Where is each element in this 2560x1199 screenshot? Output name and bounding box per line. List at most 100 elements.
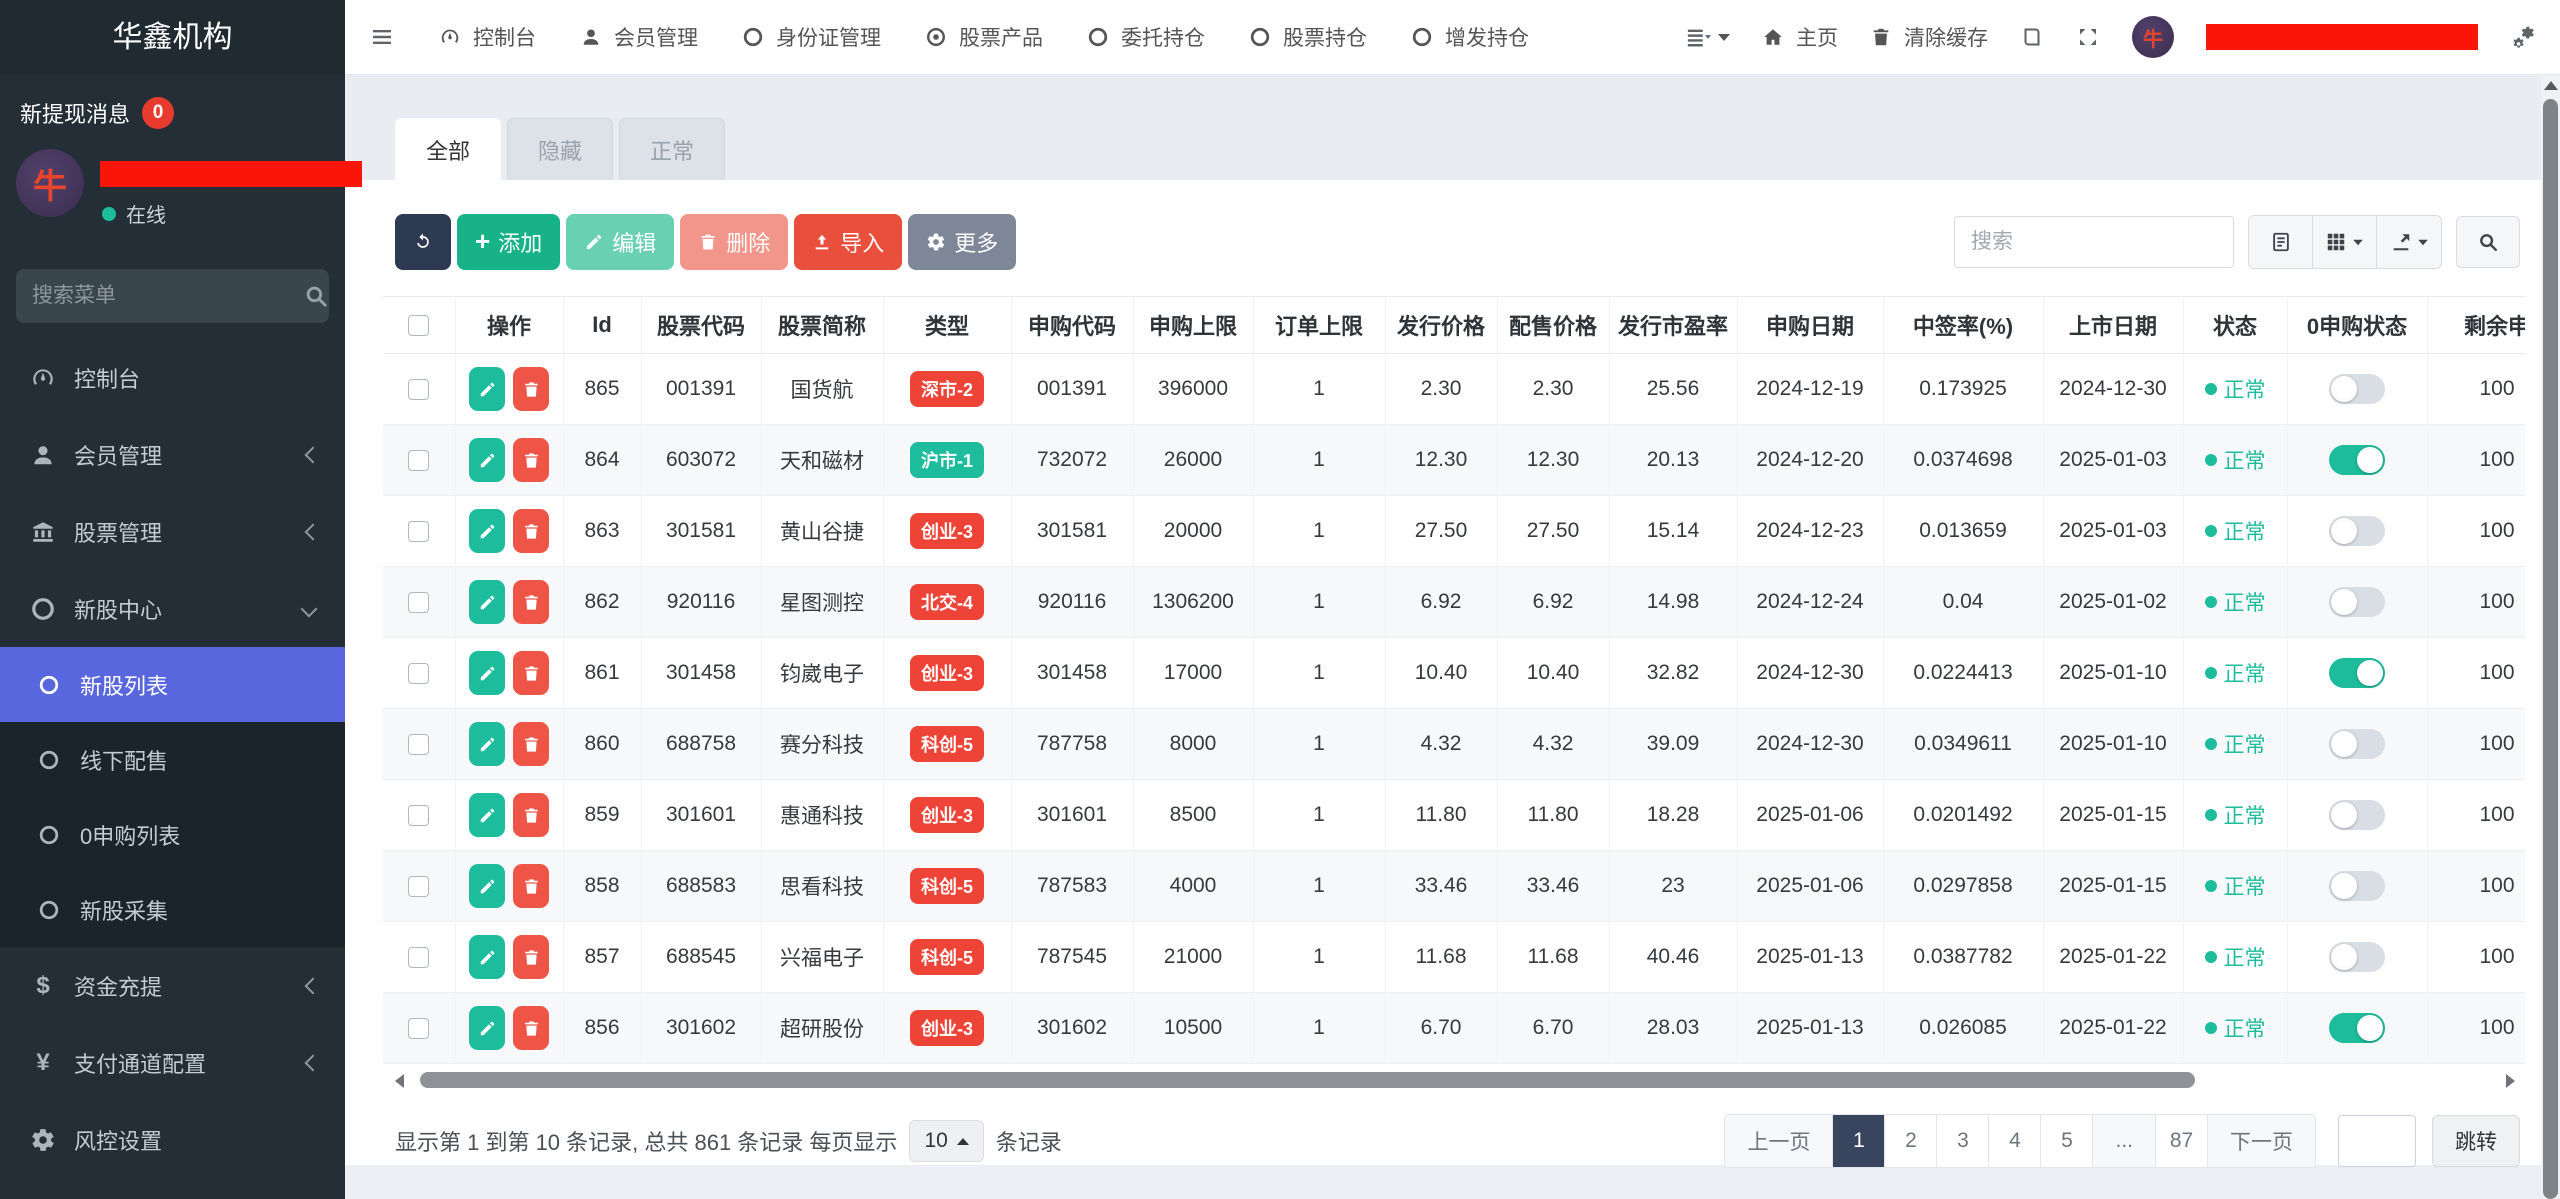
row-edit-button[interactable]: [469, 438, 505, 482]
pagination-toggle-button[interactable]: [2249, 216, 2313, 268]
row-delete-button[interactable]: [513, 651, 549, 695]
status-badge[interactable]: 正常: [2205, 587, 2266, 617]
more-button[interactable]: 更多: [908, 214, 1016, 270]
sidebar-item-0申购列表[interactable]: 0申购列表: [0, 797, 345, 872]
page-item-上一页[interactable]: 上一页: [1725, 1115, 1833, 1167]
column-header[interactable]: 申购上限: [1133, 297, 1253, 354]
search-icon[interactable]: [303, 283, 329, 309]
row-edit-button[interactable]: [469, 580, 505, 624]
row-edit-button[interactable]: [469, 935, 505, 979]
zero-subscribe-toggle[interactable]: [2329, 942, 2385, 972]
refresh-button[interactable]: [395, 214, 451, 270]
column-header[interactable]: 剩余申: [2427, 297, 2525, 354]
top-menu-item-控制台[interactable]: 控制台: [439, 22, 536, 52]
row-checkbox[interactable]: [408, 734, 429, 755]
sidebar-item-控制台[interactable]: 控制台: [0, 339, 345, 416]
zero-subscribe-toggle[interactable]: [2329, 516, 2385, 546]
column-header[interactable]: 操作: [455, 297, 563, 354]
columns-dropdown-button[interactable]: [2313, 216, 2377, 268]
zero-subscribe-toggle[interactable]: [2329, 658, 2385, 688]
row-checkbox[interactable]: [408, 663, 429, 684]
page-item-2[interactable]: 2: [1885, 1115, 1937, 1167]
sidebar-search-input[interactable]: [32, 284, 303, 308]
sidebar-item-新股列表[interactable]: 新股列表: [0, 647, 345, 722]
export-dropdown-button[interactable]: [2377, 216, 2441, 268]
import-button[interactable]: 导入: [794, 214, 902, 270]
column-header[interactable]: Id: [563, 297, 641, 354]
column-header[interactable]: 订单上限: [1253, 297, 1385, 354]
row-delete-button[interactable]: [513, 722, 549, 766]
select-all-checkbox[interactable]: [408, 315, 429, 336]
zero-subscribe-toggle[interactable]: [2329, 445, 2385, 475]
row-checkbox[interactable]: [408, 876, 429, 897]
zero-subscribe-toggle[interactable]: [2329, 800, 2385, 830]
page-item-87[interactable]: 87: [2156, 1115, 2208, 1167]
tab-正常[interactable]: 正常: [619, 118, 725, 180]
page-item-3[interactable]: 3: [1937, 1115, 1989, 1167]
avatar[interactable]: 牛: [2132, 16, 2174, 58]
sidebar-item-会员管理[interactable]: 会员管理: [0, 416, 345, 493]
status-badge[interactable]: 正常: [2205, 658, 2266, 688]
tab-全部[interactable]: 全部: [395, 118, 501, 180]
row-checkbox[interactable]: [408, 379, 429, 400]
row-edit-button[interactable]: [469, 722, 505, 766]
column-header[interactable]: 申购代码: [1011, 297, 1133, 354]
zero-subscribe-toggle[interactable]: [2329, 587, 2385, 617]
page-item-...[interactable]: ...: [2093, 1115, 2156, 1167]
zero-subscribe-toggle[interactable]: [2329, 1013, 2385, 1043]
fullscreen-icon[interactable]: [2076, 25, 2100, 49]
hamburger-icon[interactable]: [369, 25, 395, 49]
page-item-5[interactable]: 5: [2041, 1115, 2093, 1167]
scroll-left-arrow-icon[interactable]: [395, 1074, 404, 1088]
row-checkbox[interactable]: [408, 592, 429, 613]
column-header[interactable]: 股票简称: [761, 297, 883, 354]
row-edit-button[interactable]: [469, 864, 505, 908]
status-badge[interactable]: 正常: [2205, 800, 2266, 830]
top-menu-item-身份证管理[interactable]: 身份证管理: [742, 22, 881, 52]
jump-button[interactable]: 跳转: [2432, 1115, 2520, 1167]
column-header[interactable]: 配售价格: [1497, 297, 1609, 354]
avatar[interactable]: 牛: [16, 149, 84, 217]
top-menu-item-委托持仓[interactable]: 委托持仓: [1087, 22, 1205, 52]
status-badge[interactable]: 正常: [2205, 1013, 2266, 1043]
withdraw-notice[interactable]: 新提现消息 0: [0, 75, 345, 129]
zero-subscribe-toggle[interactable]: [2329, 871, 2385, 901]
top-menu-item-增发持仓[interactable]: 增发持仓: [1411, 22, 1529, 52]
home-link[interactable]: 主页: [1762, 22, 1838, 52]
page-item-下一页[interactable]: 下一页: [2208, 1115, 2315, 1167]
column-header[interactable]: 中签率(%): [1883, 297, 2043, 354]
sidebar-item-新股中心[interactable]: 新股中心: [0, 570, 345, 647]
row-edit-button[interactable]: [469, 367, 505, 411]
row-edit-button[interactable]: [469, 1006, 505, 1050]
row-edit-button[interactable]: [469, 651, 505, 695]
row-edit-button[interactable]: [469, 793, 505, 837]
row-checkbox[interactable]: [408, 805, 429, 826]
status-badge[interactable]: 正常: [2205, 374, 2266, 404]
row-delete-button[interactable]: [513, 509, 549, 553]
row-delete-button[interactable]: [513, 935, 549, 979]
tab-隐藏[interactable]: 隐藏: [507, 118, 613, 180]
add-button[interactable]: +添加: [457, 214, 560, 270]
status-badge[interactable]: 正常: [2205, 516, 2266, 546]
row-delete-button[interactable]: [513, 864, 549, 908]
edit-button[interactable]: 编辑: [566, 214, 674, 270]
sidebar-item-新股采集[interactable]: 新股采集: [0, 872, 345, 947]
row-delete-button[interactable]: [513, 580, 549, 624]
status-badge[interactable]: 正常: [2205, 942, 2266, 972]
page-item-1[interactable]: 1: [1833, 1115, 1885, 1167]
top-menu-item-股票持仓[interactable]: 股票持仓: [1249, 22, 1367, 52]
column-header[interactable]: 上市日期: [2043, 297, 2183, 354]
row-checkbox[interactable]: [408, 1018, 429, 1039]
row-delete-button[interactable]: [513, 1006, 549, 1050]
gears-settings-icon[interactable]: [2510, 25, 2534, 49]
sidebar-item-风控设置[interactable]: 风控设置: [0, 1101, 345, 1178]
status-badge[interactable]: 正常: [2205, 729, 2266, 759]
top-menu-item-股票产品[interactable]: 股票产品: [925, 22, 1043, 52]
scroll-up-arrow-icon[interactable]: [2544, 81, 2558, 90]
horizontal-scroll-thumb[interactable]: [420, 1072, 2195, 1088]
column-header[interactable]: 类型: [883, 297, 1011, 354]
row-edit-button[interactable]: [469, 509, 505, 553]
top-menu-item-会员管理[interactable]: 会员管理: [580, 22, 698, 52]
status-badge[interactable]: 正常: [2205, 445, 2266, 475]
column-header[interactable]: 发行市盈率: [1609, 297, 1737, 354]
